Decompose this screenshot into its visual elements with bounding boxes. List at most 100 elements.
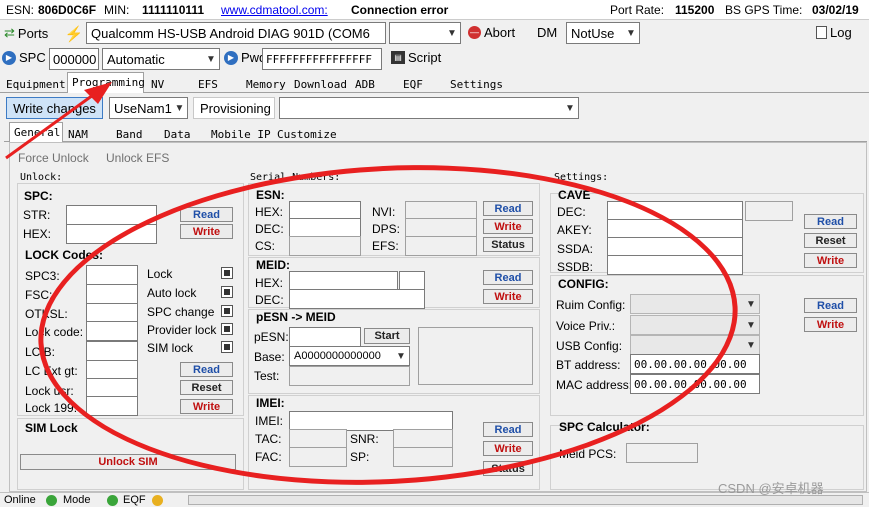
cave-reset-button[interactable]: Reset — [804, 233, 857, 248]
meid-pcs-input — [626, 443, 698, 463]
meid-hex-label: HEX: — [255, 276, 284, 290]
meid-check-input[interactable] — [399, 271, 425, 291]
tab-adb[interactable]: ADB — [355, 78, 375, 91]
provisioning-select[interactable]: ▼ — [279, 97, 579, 119]
code-input-lc-ext[interactable] — [86, 360, 138, 380]
chevron-down-icon: ▼ — [396, 350, 406, 362]
tac-input — [289, 429, 347, 449]
str-label: STR: — [23, 208, 51, 222]
meid-header: MEID: — [256, 258, 290, 272]
lock-reset-button[interactable]: Reset — [180, 380, 233, 395]
tab-nv[interactable]: NV — [151, 78, 164, 91]
hex-input[interactable] — [66, 224, 157, 244]
check-provider-lock[interactable] — [221, 323, 233, 335]
ssdb-input[interactable] — [607, 255, 743, 275]
tab-download[interactable]: Download — [294, 78, 347, 91]
script-button[interactable]: ▤ Script — [391, 50, 441, 65]
meid-dec-input[interactable] — [289, 289, 425, 309]
imei-read-button[interactable]: Read — [483, 422, 533, 437]
esn-status-button[interactable]: Status — [483, 237, 533, 252]
check-label-spc-change: SPC change — [147, 305, 215, 319]
code-input-lock-199[interactable] — [86, 396, 138, 416]
cave-read-button[interactable]: Read — [804, 214, 857, 229]
subtab-mobile-ip[interactable]: Mobile IP — [211, 128, 271, 141]
check-sim-lock[interactable] — [221, 341, 233, 353]
tab-efs[interactable]: EFS — [198, 78, 218, 91]
pesn-input[interactable] — [289, 327, 361, 347]
meid-hex-input[interactable] — [289, 271, 398, 291]
dm-select[interactable]: NotUse ▼ — [566, 22, 640, 44]
code-label-lock-code: Lock code: — [25, 325, 84, 339]
meid-read-button[interactable]: Read — [483, 270, 533, 285]
esn-dec-input[interactable] — [289, 218, 361, 238]
code-input-otksl[interactable] — [86, 303, 138, 323]
tab-settings[interactable]: Settings — [450, 78, 503, 91]
base-select[interactable]: A0000000000000 ▼ — [289, 346, 410, 366]
ssda-input[interactable] — [607, 237, 743, 257]
nvi-label: NVI: — [372, 205, 396, 219]
meid-write-button[interactable]: Write — [483, 289, 533, 304]
lock-read-button[interactable]: Read — [180, 362, 233, 377]
unlock-sim-button[interactable]: Unlock SIM — [20, 454, 236, 470]
check-label-auto-lock: Auto lock — [147, 286, 197, 300]
esn-value: 806D0C6F — [38, 3, 97, 17]
imei-input[interactable] — [289, 411, 453, 431]
online-icon — [46, 495, 57, 506]
akey-input[interactable] — [607, 219, 743, 239]
chevron-down-icon: ▼ — [565, 102, 575, 114]
plug-icon[interactable]: ⚡ — [64, 24, 84, 44]
cave-dec-input[interactable] — [607, 201, 743, 221]
spc-input[interactable]: 000000 — [49, 48, 99, 70]
pesn-start-button[interactable]: Start — [364, 328, 410, 344]
spc-write-button[interactable]: Write — [180, 224, 233, 239]
voice-select: ▼ — [630, 315, 760, 335]
pesn-label: pESN: — [254, 330, 289, 344]
check-auto-lock[interactable] — [221, 286, 233, 298]
str-input[interactable] — [66, 205, 157, 225]
tab-eqf[interactable]: EQF — [403, 78, 423, 91]
chevron-down-icon: ▼ — [206, 53, 216, 65]
device-select[interactable]: Qualcomm HS-USB Android DIAG 901D (COM6 — [86, 22, 386, 44]
subtab-customize[interactable]: Customize — [277, 128, 337, 141]
mode-select[interactable]: Automatic ▼ — [102, 48, 220, 70]
mode-icon — [107, 495, 118, 506]
code-input-lock-usr[interactable] — [86, 378, 138, 398]
imei-status-button[interactable]: Status — [483, 461, 533, 476]
spc-read-button[interactable]: Read — [180, 207, 233, 222]
ports-button[interactable]: ⇄ Ports — [4, 25, 48, 41]
pwd-button[interactable]: ▶ Pwd — [224, 50, 266, 65]
code-input-lc-b[interactable] — [86, 341, 138, 361]
code-label-lock-199: Lock 199: — [25, 401, 78, 415]
pesn-result-box — [418, 327, 533, 385]
code-input-lock-code[interactable] — [86, 321, 138, 341]
dps-label: DPS: — [372, 222, 401, 236]
min-label: MIN: — [104, 3, 130, 17]
config-write-button[interactable]: Write — [804, 317, 857, 332]
spc-button[interactable]: ▶ SPC — [2, 50, 46, 65]
esn-write-button[interactable]: Write — [483, 219, 533, 234]
fac-input — [289, 447, 347, 467]
code-label-fsc: FSC: — [25, 288, 53, 302]
code-input-fsc[interactable] — [86, 284, 138, 304]
tab-memory[interactable]: Memory — [246, 78, 286, 91]
config-read-button[interactable]: Read — [804, 298, 857, 313]
ssdb-label: SSDB: — [557, 260, 594, 274]
mac-input[interactable]: 00.00.00.00.00.00 — [630, 374, 760, 394]
cave-write-button[interactable]: Write — [804, 253, 857, 268]
check-spc-change[interactable] — [221, 305, 233, 317]
esn-read-button[interactable]: Read — [483, 201, 533, 216]
abort-button[interactable]: — Abort — [468, 25, 515, 40]
sp-label: SP: — [350, 450, 370, 464]
site-link[interactable]: www.cdmatool.com: — [221, 3, 328, 17]
eqf-icon — [152, 495, 163, 506]
imei-write-button[interactable]: Write — [483, 441, 533, 456]
meid-pcs-label: Meid PCS: — [559, 447, 617, 461]
aux-select[interactable]: ▼ — [389, 22, 461, 44]
subtab-data[interactable]: Data — [164, 128, 191, 141]
pwd-input[interactable]: FFFFFFFFFFFFFFFF — [262, 48, 382, 70]
check-lock[interactable] — [221, 267, 233, 279]
bt-input[interactable]: 00.00.00.00.00.00 — [630, 354, 760, 374]
code-input-spc3[interactable] — [86, 265, 138, 285]
log-button[interactable]: Log — [816, 25, 852, 40]
lock-write-button[interactable]: Write — [180, 399, 233, 414]
